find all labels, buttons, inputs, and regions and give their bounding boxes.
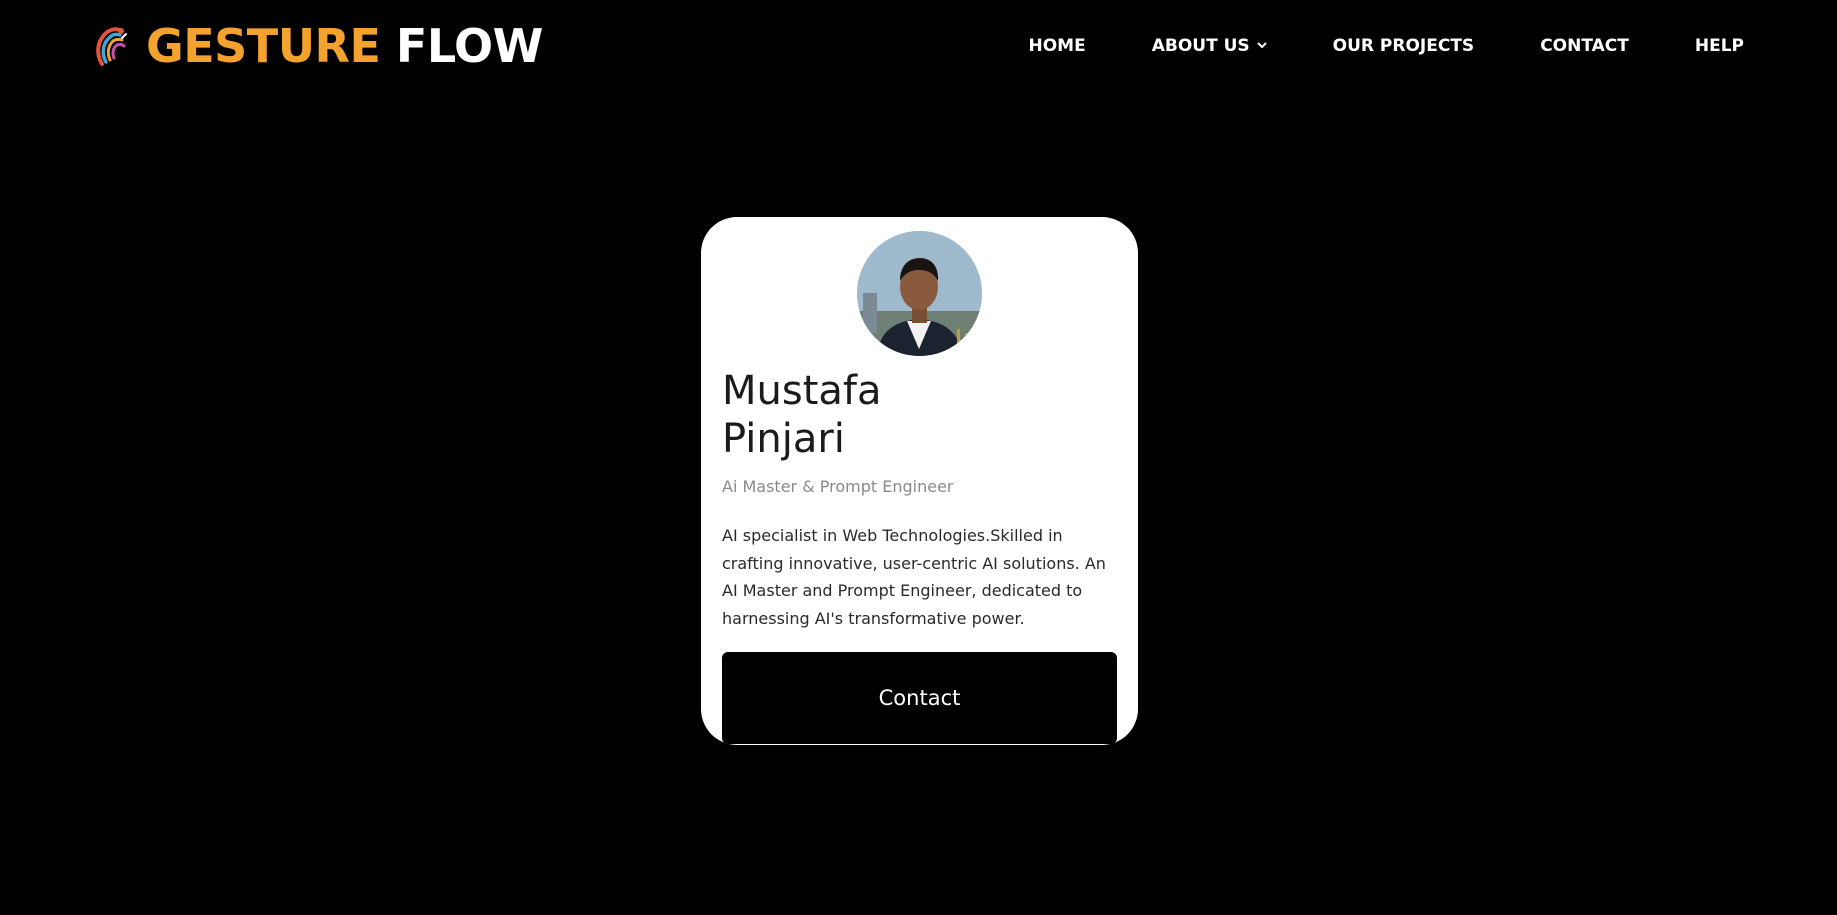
navbar: GESTURE FLOW HOME ABOUT US OUR PROJECTS … (0, 0, 1837, 94)
avatar (857, 231, 982, 356)
nav-item-our-projects[interactable]: OUR PROJECTS (1333, 36, 1475, 56)
chevron-down-icon (1257, 42, 1267, 48)
brand-wordmark: GESTURE FLOW (146, 23, 543, 69)
nav-item-label: CONTACT (1540, 36, 1629, 56)
nav-item-label: OUR PROJECTS (1332, 36, 1475, 56)
brand-main-word: FLOW (395, 19, 543, 73)
profile-name: Mustafa Pinjari (722, 368, 882, 462)
profile-role: Ai Master & Prompt Engineer (722, 477, 954, 496)
nav-item-label: HOME (1028, 36, 1086, 56)
nav-item-label: ABOUT US (1151, 36, 1250, 56)
main-nav: HOME ABOUT US OUR PROJECTS CONTACT HELP (1029, 36, 1745, 56)
hand-gesture-logo-icon (96, 27, 127, 66)
brand-accent-word: GESTURE (146, 19, 381, 73)
nav-item-label: HELP (1694, 36, 1744, 56)
brand-logo-link[interactable]: GESTURE FLOW (92, 18, 543, 74)
nav-item-about-us[interactable]: ABOUT US (1152, 36, 1267, 56)
profile-bio: AI specialist in Web Technologies.Skille… (722, 526, 1106, 628)
contact-button[interactable]: Contact (722, 652, 1117, 744)
nav-item-home[interactable]: HOME (1029, 36, 1086, 56)
profile-card: Mustafa Pinjari Ai Master & Prompt Engin… (701, 217, 1138, 745)
nav-item-help[interactable]: HELP (1695, 36, 1744, 56)
avatar-photo (857, 231, 982, 356)
nav-item-contact[interactable]: CONTACT (1540, 36, 1629, 56)
